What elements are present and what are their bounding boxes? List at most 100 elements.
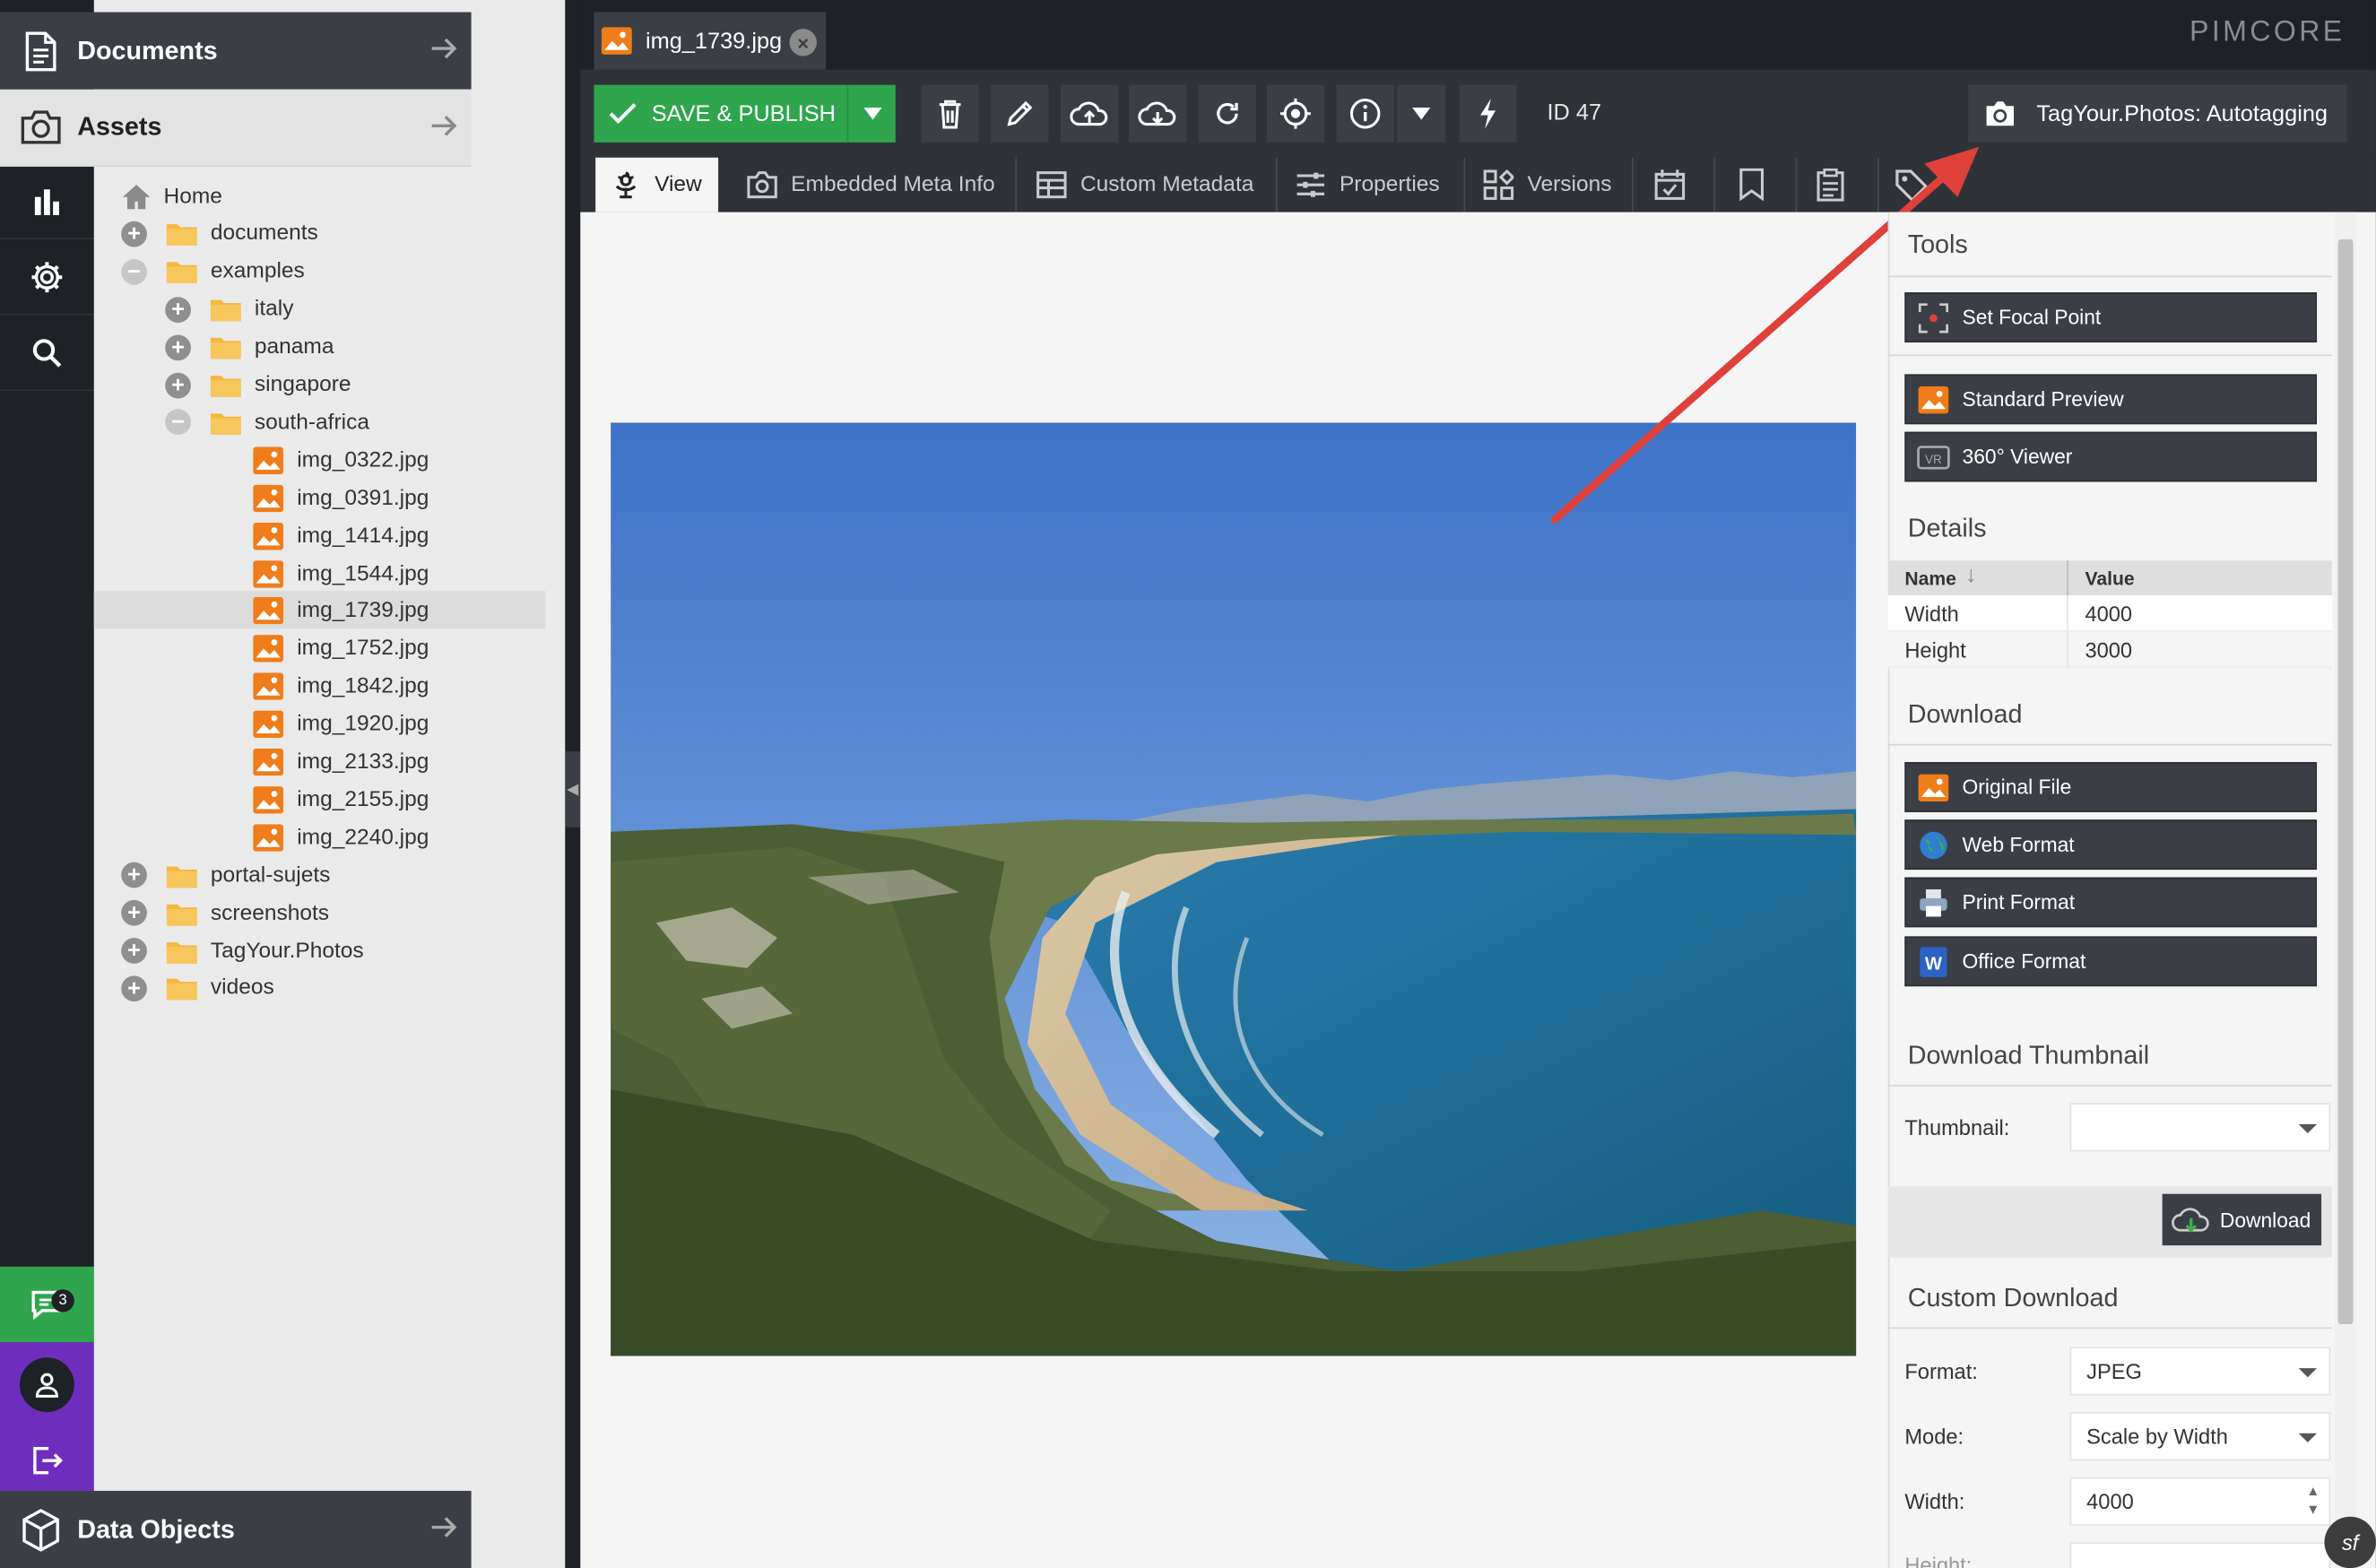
expand-icon[interactable]: + xyxy=(121,900,147,926)
office-format-button[interactable]: W Office Format xyxy=(1904,936,2318,987)
mode-select[interactable]: Scale by Width xyxy=(2069,1412,2331,1461)
tree-item-file[interactable]: img_2240.jpg xyxy=(253,819,429,856)
arrow-right-icon[interactable] xyxy=(429,110,459,141)
value-column-header[interactable]: Value xyxy=(2085,568,2134,590)
tree-item-panama[interactable]: + panama xyxy=(165,328,334,366)
chevron-down-icon xyxy=(2298,1368,2318,1378)
tree-item-home[interactable]: Home xyxy=(121,178,222,215)
tree-item-file[interactable]: img_1414.jpg xyxy=(253,516,429,554)
tree-item-label: img_1842.jpg xyxy=(297,674,429,699)
web-format-button[interactable]: Web Format xyxy=(1904,819,2318,871)
format-label: Format: xyxy=(1904,1358,1978,1383)
tab-img-1739[interactable]: img_1739.jpg × xyxy=(594,12,827,70)
collapse-icon[interactable]: − xyxy=(165,409,191,436)
tab-custom-metadata[interactable]: Custom Metadata xyxy=(1021,158,1274,212)
tree-item-italy[interactable]: + italy xyxy=(165,290,294,328)
logout-button[interactable] xyxy=(0,1425,94,1496)
data-objects-panel-header[interactable]: Data Objects xyxy=(0,1490,472,1568)
rename-button[interactable] xyxy=(991,84,1049,143)
autotagging-button[interactable]: TagYour.Photos: Autotagging xyxy=(1968,84,2347,143)
divider xyxy=(1887,1085,2332,1087)
tree-item-file[interactable]: img_1752.jpg xyxy=(253,630,429,668)
scrollbar-thumb[interactable] xyxy=(2337,239,2354,1325)
tab-tags[interactable] xyxy=(1882,158,1943,212)
chevron-down-icon xyxy=(2298,1433,2318,1442)
divider xyxy=(1887,743,2332,746)
viewer-360-button[interactable]: VR 360° Viewer xyxy=(1904,431,2318,482)
tab-versions[interactable]: Versions xyxy=(1469,158,1631,212)
expand-icon[interactable]: + xyxy=(121,862,147,888)
expand-icon[interactable]: + xyxy=(121,975,147,1001)
show-in-tree-button[interactable] xyxy=(1266,84,1325,143)
tab-schedule[interactable] xyxy=(1636,158,1713,212)
notifications-button[interactable]: 3 xyxy=(0,1266,94,1343)
collapse-handle[interactable]: ◀ xyxy=(565,751,581,827)
tree-item-examples[interactable]: − examples xyxy=(121,253,305,290)
reports-nav-button[interactable] xyxy=(0,164,94,240)
more-options-dropdown[interactable] xyxy=(1397,84,1446,143)
tree-item-documents[interactable]: + documents xyxy=(121,215,318,253)
expand-icon[interactable]: + xyxy=(121,221,147,247)
close-icon[interactable]: × xyxy=(789,29,817,56)
expand-icon[interactable]: + xyxy=(121,938,147,964)
expand-icon[interactable]: + xyxy=(165,334,191,360)
tree-item-file[interactable]: img_0391.jpg xyxy=(253,479,429,516)
user-profile-button[interactable] xyxy=(0,1342,94,1426)
tree-item-file[interactable]: img_1842.jpg xyxy=(253,668,429,706)
tree-item-file[interactable]: img_2133.jpg xyxy=(253,743,429,781)
upload-button[interactable] xyxy=(1061,84,1119,143)
thumbnail-select[interactable] xyxy=(2069,1103,2331,1152)
collapse-icon[interactable]: − xyxy=(121,258,147,285)
height-input[interactable] xyxy=(2069,1542,2331,1568)
arrow-right-icon[interactable] xyxy=(429,33,459,64)
search-nav-button[interactable] xyxy=(0,316,94,392)
expand-icon[interactable]: + xyxy=(165,371,191,398)
tab-notes[interactable] xyxy=(1800,158,1876,212)
calendar-check-icon xyxy=(1654,169,1686,200)
width-input[interactable]: 4000 ▲ ▼ xyxy=(2069,1477,2331,1526)
tree-item-file[interactable]: img_1544.jpg xyxy=(253,555,429,593)
tree-item-file[interactable]: img_2155.jpg xyxy=(253,781,429,819)
tree-item-south-africa[interactable]: − south-africa xyxy=(165,403,369,441)
original-file-button[interactable]: Original File xyxy=(1904,762,2318,812)
stepper-arrows-icon[interactable]: ▲ ▼ xyxy=(2306,1482,2320,1519)
format-select[interactable]: JPEG xyxy=(2069,1347,2331,1396)
tree-item-folder[interactable]: + TagYour.Photos xyxy=(121,931,364,969)
tab-separator xyxy=(1275,157,1278,212)
download-button[interactable] xyxy=(1129,84,1187,143)
tree-item-folder[interactable]: + screenshots xyxy=(121,894,329,931)
thumbnail-download-button[interactable]: Download xyxy=(2162,1193,2322,1246)
tree-item-file[interactable]: img_1920.jpg xyxy=(253,706,429,743)
tab-separator xyxy=(1713,157,1716,212)
tree-item-label: img_0322.jpg xyxy=(297,447,429,472)
standard-preview-button[interactable]: Standard Preview xyxy=(1904,374,2318,425)
tree-item-singapore[interactable]: + singapore xyxy=(165,366,351,403)
camera-icon xyxy=(18,105,64,151)
tab-title: img_1739.jpg xyxy=(645,28,783,54)
name-column-header[interactable]: Name xyxy=(1904,568,1956,590)
save-options-dropdown[interactable] xyxy=(846,84,896,143)
reload-button[interactable] xyxy=(1198,84,1257,143)
delete-button[interactable] xyxy=(921,84,979,143)
symfony-toolbar-icon[interactable]: sf xyxy=(2324,1516,2376,1568)
clear-cache-button[interactable] xyxy=(1459,84,1517,143)
tree-item-file[interactable]: img_0322.jpg xyxy=(253,441,429,479)
tab-embedded-meta-info[interactable]: Embedded Meta Info xyxy=(732,158,1013,212)
asset-image-preview[interactable] xyxy=(611,422,1857,1356)
tree-item-folder[interactable]: + portal-sujets xyxy=(121,856,330,894)
tab-view[interactable]: View xyxy=(595,157,719,212)
expand-icon[interactable]: + xyxy=(165,296,191,323)
assets-panel-header[interactable]: Assets xyxy=(0,89,472,167)
set-focal-point-button[interactable]: Set Focal Point xyxy=(1904,292,2318,342)
arrow-right-icon[interactable] xyxy=(429,1512,459,1543)
settings-nav-button[interactable] xyxy=(0,239,94,316)
chart-icon xyxy=(34,188,59,215)
print-format-button[interactable]: Print Format xyxy=(1904,877,2318,928)
tree-item-file[interactable]: img_1739.jpg xyxy=(253,593,429,630)
tree-item-folder[interactable]: + videos xyxy=(121,969,274,1007)
tab-properties[interactable]: Properties xyxy=(1280,158,1462,212)
info-button[interactable] xyxy=(1336,84,1394,143)
tab-dependencies[interactable] xyxy=(1718,158,1794,212)
save-publish-button[interactable]: SAVE & PUBLISH xyxy=(594,84,847,143)
documents-panel-header[interactable]: Documents xyxy=(0,12,472,90)
